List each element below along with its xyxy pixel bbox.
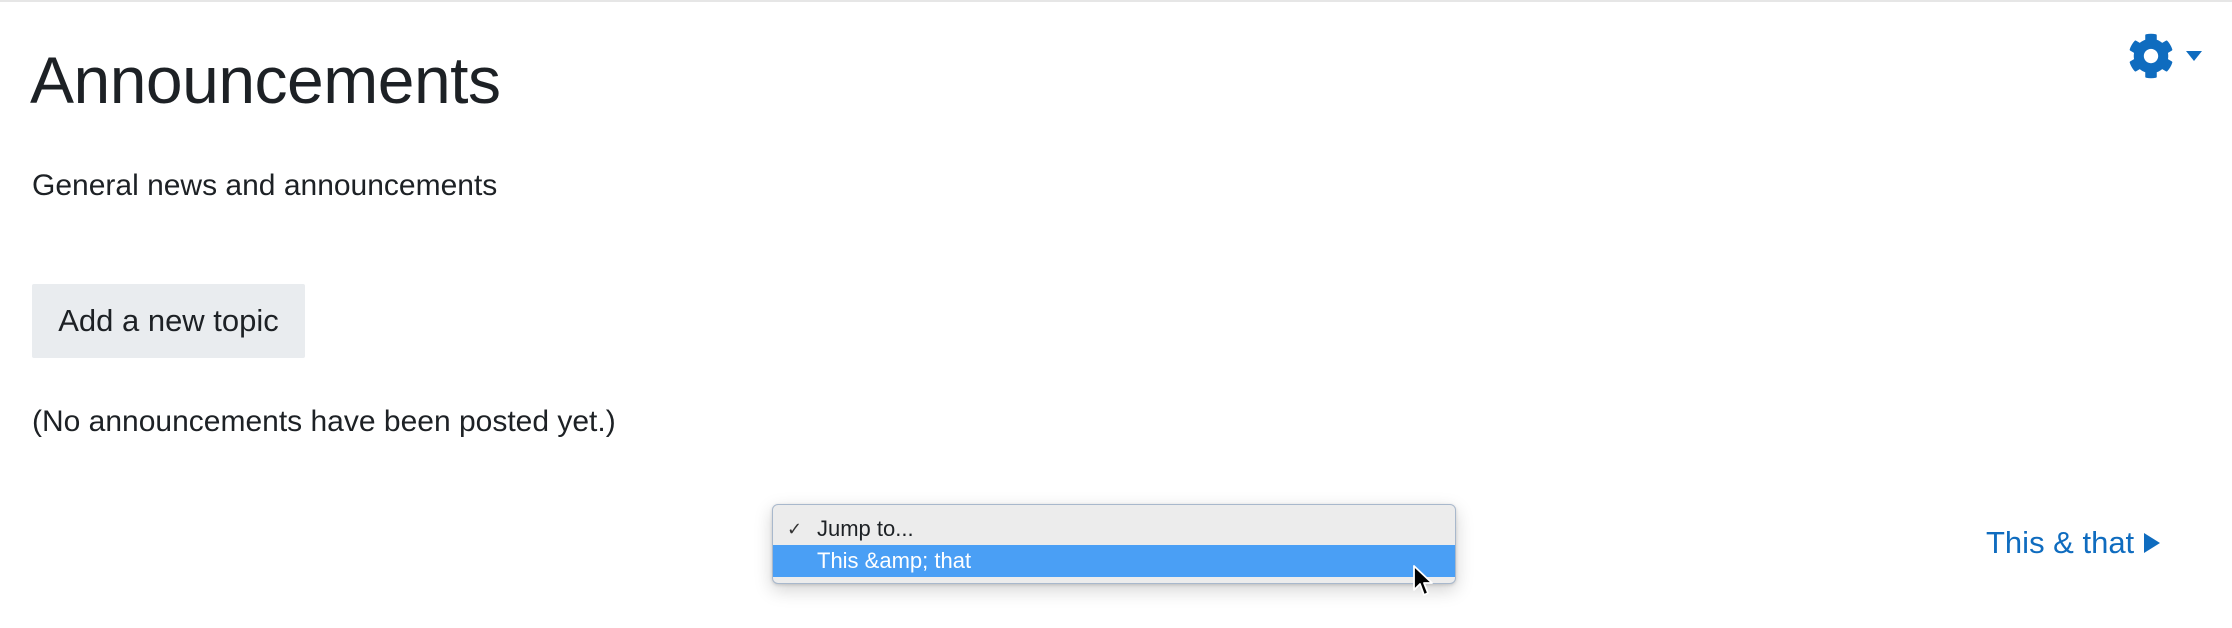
jump-to-select-dropdown[interactable]: ✓ Jump to... This &amp; that	[772, 504, 1456, 584]
forum-intro: General news and announcements	[32, 169, 498, 202]
next-activity-label: This & that	[1986, 525, 2135, 560]
jump-option-label: Jump to...	[817, 516, 914, 541]
caret-down-icon	[2186, 51, 2202, 61]
mouse-pointer-icon	[1413, 565, 1433, 596]
next-activity-link[interactable]: This & that	[1986, 521, 2161, 565]
play-arrow-icon	[2144, 533, 2161, 553]
jump-option-this-and-that[interactable]: This &amp; that	[773, 545, 1455, 577]
top-divider	[0, 0, 2232, 2]
checkmark-icon: ✓	[787, 519, 803, 539]
settings-menu-button[interactable]	[2128, 32, 2212, 80]
page-title: Announcements	[30, 43, 501, 117]
jump-option-default[interactable]: ✓ Jump to...	[773, 513, 1455, 545]
jump-option-label: This &amp; that	[817, 548, 972, 573]
add-new-topic-button[interactable]: Add a new topic	[32, 284, 305, 358]
empty-announcements-message: (No announcements have been posted yet.)	[32, 405, 616, 438]
gear-icon	[2129, 33, 2173, 79]
